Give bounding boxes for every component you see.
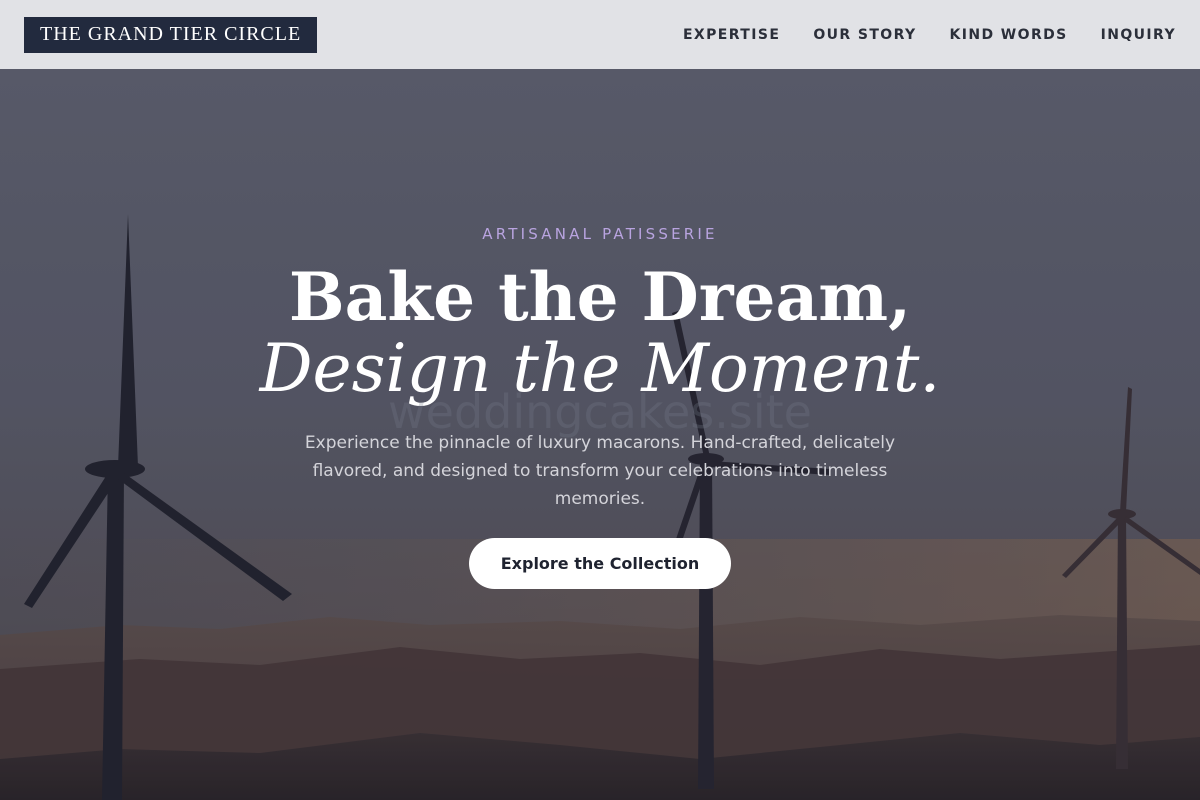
hero-description: Experience the pinnacle of luxury macaro… — [304, 433, 896, 509]
hero-content: ARTISANAL PATISSERIE Bake the Dream, Des… — [0, 69, 1200, 800]
hero-section: ARTISANAL PATISSERIE Bake the Dream, Des… — [0, 69, 1200, 800]
nav-link-inquiry[interactable]: INQUIRY — [1101, 27, 1176, 43]
nav-link-expertise[interactable]: EXPERTISE — [683, 27, 780, 43]
brand-logo[interactable]: THE GRAND TIER CIRCLE — [24, 16, 318, 53]
nav-link-kind-words[interactable]: KIND WORDS — [950, 27, 1068, 43]
nav-link-our-story[interactable]: OUR STORY — [813, 27, 916, 43]
explore-collection-button[interactable]: Explore the Collection — [469, 538, 731, 589]
hero-headline-line1: Bake the Dream, — [288, 258, 912, 336]
main-nav: EXPERTISE OUR STORY KIND WORDS INQUIRY — [683, 27, 1176, 43]
hero-eyebrow: ARTISANAL PATISSERIE — [482, 225, 718, 243]
site-header: THE GRAND TIER CIRCLE EXPERTISE OUR STOR… — [0, 0, 1200, 69]
